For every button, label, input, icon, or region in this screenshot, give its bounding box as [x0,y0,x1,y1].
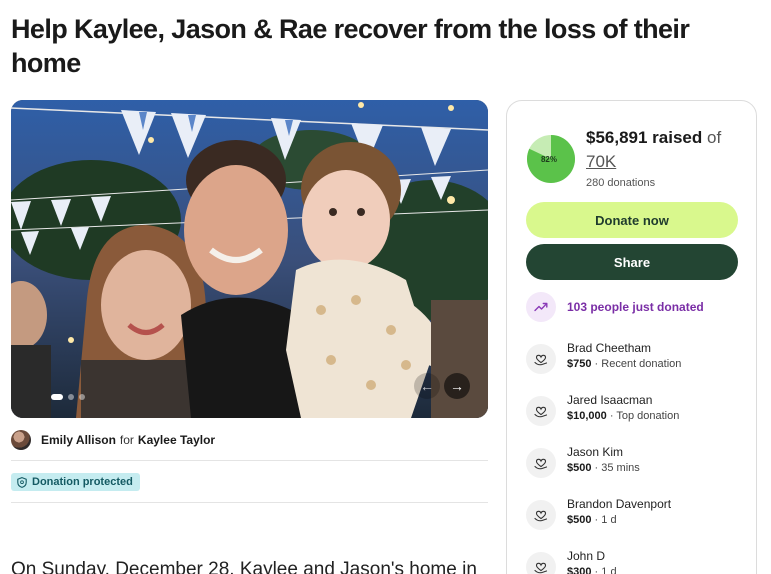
carousel-dot[interactable] [79,394,85,400]
trending-up-icon [526,292,556,322]
share-button[interactable]: Share [526,244,738,280]
progress-percent-label: 82% [541,155,557,164]
donor-name: Jason Kim [567,445,624,459]
donor-row[interactable]: Brandon Davenport $500 · 1 d [526,497,681,549]
organizer-name[interactable]: Emily Allison [41,433,116,447]
heart-hand-icon [526,552,556,574]
donor-list: Brad Cheetham $750 · Recent donation Jar… [526,341,681,574]
donation-protected-badge[interactable]: Donation protected [11,473,140,491]
donor-row[interactable]: John D $300 · 1 d [526,549,681,574]
heart-hand-icon [526,396,556,426]
progress-ring: 82% [527,135,575,183]
carousel-dot[interactable] [68,394,74,400]
carousel-indicators [51,394,85,400]
donation-protected-label: Donation protected [32,476,133,488]
donor-row[interactable]: Brad Cheetham $750 · Recent donation [526,341,681,393]
donation-count: 280 donations [586,177,656,189]
donation-card: 82% $56,891 raised of 70K 280 donations … [506,100,757,574]
beneficiary-name[interactable]: Kaylee Taylor [138,433,215,447]
heart-hand-icon [526,500,556,530]
donor-name: John D [567,549,606,563]
page-title: Help Kaylee, Jason & Rae recover from th… [11,14,690,78]
raised-amount: $56,891 raised [586,128,703,147]
amount-raised: $56,891 raised of [586,127,721,149]
organizer-for-text: for [119,433,134,447]
donor-meta: $500 · 1 d [567,514,617,526]
donor-meta: $750 · Recent donation [567,358,682,370]
donor-row[interactable]: Jason Kim $500 · 35 mins [526,445,681,497]
donor-name: Brad Cheetham [567,341,652,355]
organizer-avatar[interactable] [11,430,31,450]
carousel-prev-button[interactable]: ← [414,373,440,399]
campaign-photo[interactable]: ← → [11,100,488,418]
organizer-line: Emily Allison for Kaylee Taylor [11,430,215,450]
donor-meta: $10,000 · Top donation [567,410,680,422]
heart-hand-icon [526,344,556,374]
story-text: On Sunday, December 28, Kaylee and Jason… [11,559,477,574]
donor-meta: $300 · 1 d [567,566,617,574]
donate-now-button[interactable]: Donate now [526,202,738,238]
arrow-right-icon: → [450,378,464,394]
donor-row[interactable]: Jared Isaacman $10,000 · Top donation [526,393,681,445]
heart-hand-icon [526,448,556,478]
goal-amount[interactable]: 70K [586,151,616,173]
family-photo-illustration [11,100,488,418]
divider [11,502,488,503]
trend-text: 103 people just donated [567,300,704,314]
raised-of-text: of [707,128,722,147]
donor-meta: $500 · 35 mins [567,462,640,474]
carousel-dot[interactable] [51,394,63,400]
donor-name: Brandon Davenport [567,497,672,511]
recent-donations-trend[interactable]: 103 people just donated [526,292,704,322]
donor-name: Jared Isaacman [567,393,653,407]
carousel-next-button[interactable]: → [444,373,470,399]
shield-icon [17,476,27,488]
divider [11,460,488,461]
arrow-left-icon: ← [420,378,434,394]
